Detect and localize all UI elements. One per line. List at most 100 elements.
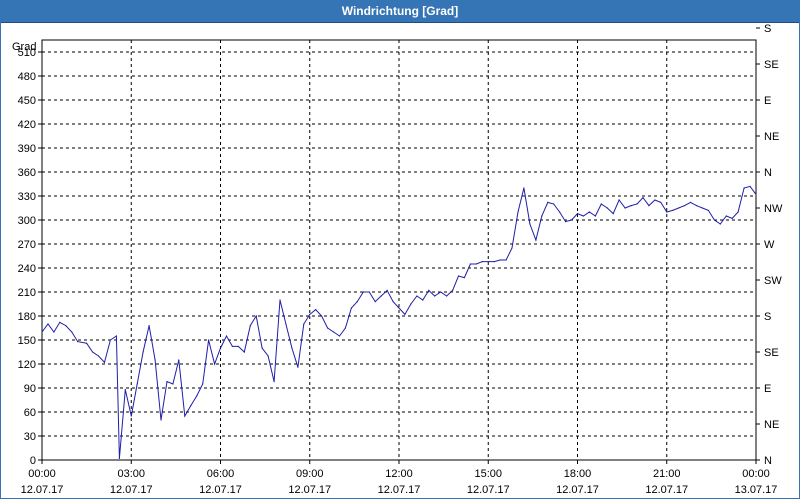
data-point (92, 351, 94, 353)
data-point (362, 291, 364, 293)
compass-label: NE (764, 419, 779, 431)
data-point (249, 325, 251, 327)
x-tick-time: 15:00 (474, 468, 502, 480)
x-tick-date: 12.07.17 (378, 484, 421, 496)
data-point (428, 289, 430, 291)
data-point (499, 259, 501, 261)
x-tick-date: 13.07.17 (735, 484, 778, 496)
data-point (452, 289, 454, 291)
chart-svg: 0 30 60 90 120 150 180 210 240 270 300 330 360 390 420… (12, 23, 783, 496)
x-tick-time: 00:00 (742, 468, 770, 480)
data-point (725, 215, 727, 217)
data-point (475, 263, 477, 265)
y-tick-label: 60 (24, 407, 36, 419)
y-tick-label: 240 (18, 263, 36, 275)
y-tick-label: 300 (18, 215, 36, 227)
compass-label: E (764, 383, 771, 395)
data-point (273, 381, 275, 383)
data-point (350, 307, 352, 309)
data-point (321, 315, 323, 317)
x-tick-time: 12:00 (385, 468, 413, 480)
compass-label: W (764, 239, 775, 251)
data-point (77, 341, 79, 343)
data-point (243, 351, 245, 353)
data-point (214, 363, 216, 365)
data-point (392, 301, 394, 303)
y-tick-label: 210 (18, 287, 36, 299)
y-tick-label: 270 (18, 239, 36, 251)
compass-label: E (764, 95, 771, 107)
data-point (47, 323, 49, 325)
x-tick-date: 12.07.17 (199, 484, 242, 496)
data-point (446, 295, 448, 297)
y-tick-label: 390 (18, 143, 36, 155)
compass-label: N (764, 455, 772, 467)
x-tick-date: 12.07.17 (467, 484, 510, 496)
data-point (719, 223, 721, 225)
data-point (505, 259, 507, 261)
data-point (124, 389, 126, 391)
x-tick-date: 12.07.17 (556, 484, 599, 496)
data-point (386, 289, 388, 291)
compass-label: S (764, 311, 771, 323)
data-point (743, 187, 745, 189)
data-point (547, 201, 549, 203)
data-point (582, 215, 585, 217)
data-point (109, 339, 111, 341)
data-point (303, 323, 305, 325)
data-point (71, 331, 73, 333)
data-point (178, 359, 180, 361)
data-point (190, 405, 192, 407)
data-point (648, 205, 650, 207)
data-point (660, 201, 662, 203)
data-point (103, 361, 106, 363)
data-point (184, 415, 186, 417)
data-point (368, 291, 370, 293)
y-tick-label: 360 (18, 167, 36, 179)
data-point (749, 185, 751, 187)
compass-label: NE (764, 131, 779, 143)
data-point (636, 203, 638, 205)
data-point (689, 201, 692, 203)
data-point (672, 209, 674, 211)
y-tick-label: 180 (18, 311, 36, 323)
data-point (487, 261, 489, 263)
data-point (267, 355, 269, 357)
data-point (219, 347, 222, 349)
x-tick-date: 12.07.17 (110, 484, 153, 496)
data-point (600, 203, 602, 205)
data-point (148, 325, 150, 327)
data-point (642, 197, 644, 199)
y-axis-label: Grad (12, 41, 36, 53)
y-tick-label: 150 (18, 335, 36, 347)
data-point (463, 277, 465, 279)
data-point (624, 207, 626, 209)
data-point (481, 261, 483, 263)
data-point (41, 331, 43, 333)
y-tick-label: 420 (18, 119, 36, 131)
data-point (231, 345, 233, 347)
y-tick-label: 450 (18, 95, 36, 107)
data-point (440, 291, 442, 293)
data-point (291, 347, 293, 349)
compass-label: SE (764, 347, 779, 359)
data-point (237, 345, 239, 347)
y-tick-label: 120 (18, 359, 36, 371)
data-point (410, 303, 412, 305)
data-point (553, 203, 555, 205)
data-point (630, 205, 632, 207)
x-tick-time: 06:00 (207, 468, 235, 480)
data-point (97, 355, 100, 357)
data-point (154, 359, 156, 361)
data-point (297, 366, 299, 368)
compass-label: SE (764, 59, 779, 71)
x-tick-time: 03:00 (117, 468, 145, 480)
x-tick-time: 18:00 (564, 468, 592, 480)
grid (42, 40, 756, 460)
y-tick-label: 480 (18, 71, 36, 83)
data-point (115, 335, 117, 337)
y-tick-label: 0 (30, 455, 36, 467)
data-point (571, 219, 573, 221)
data-point (701, 207, 704, 209)
data-point (469, 263, 471, 265)
